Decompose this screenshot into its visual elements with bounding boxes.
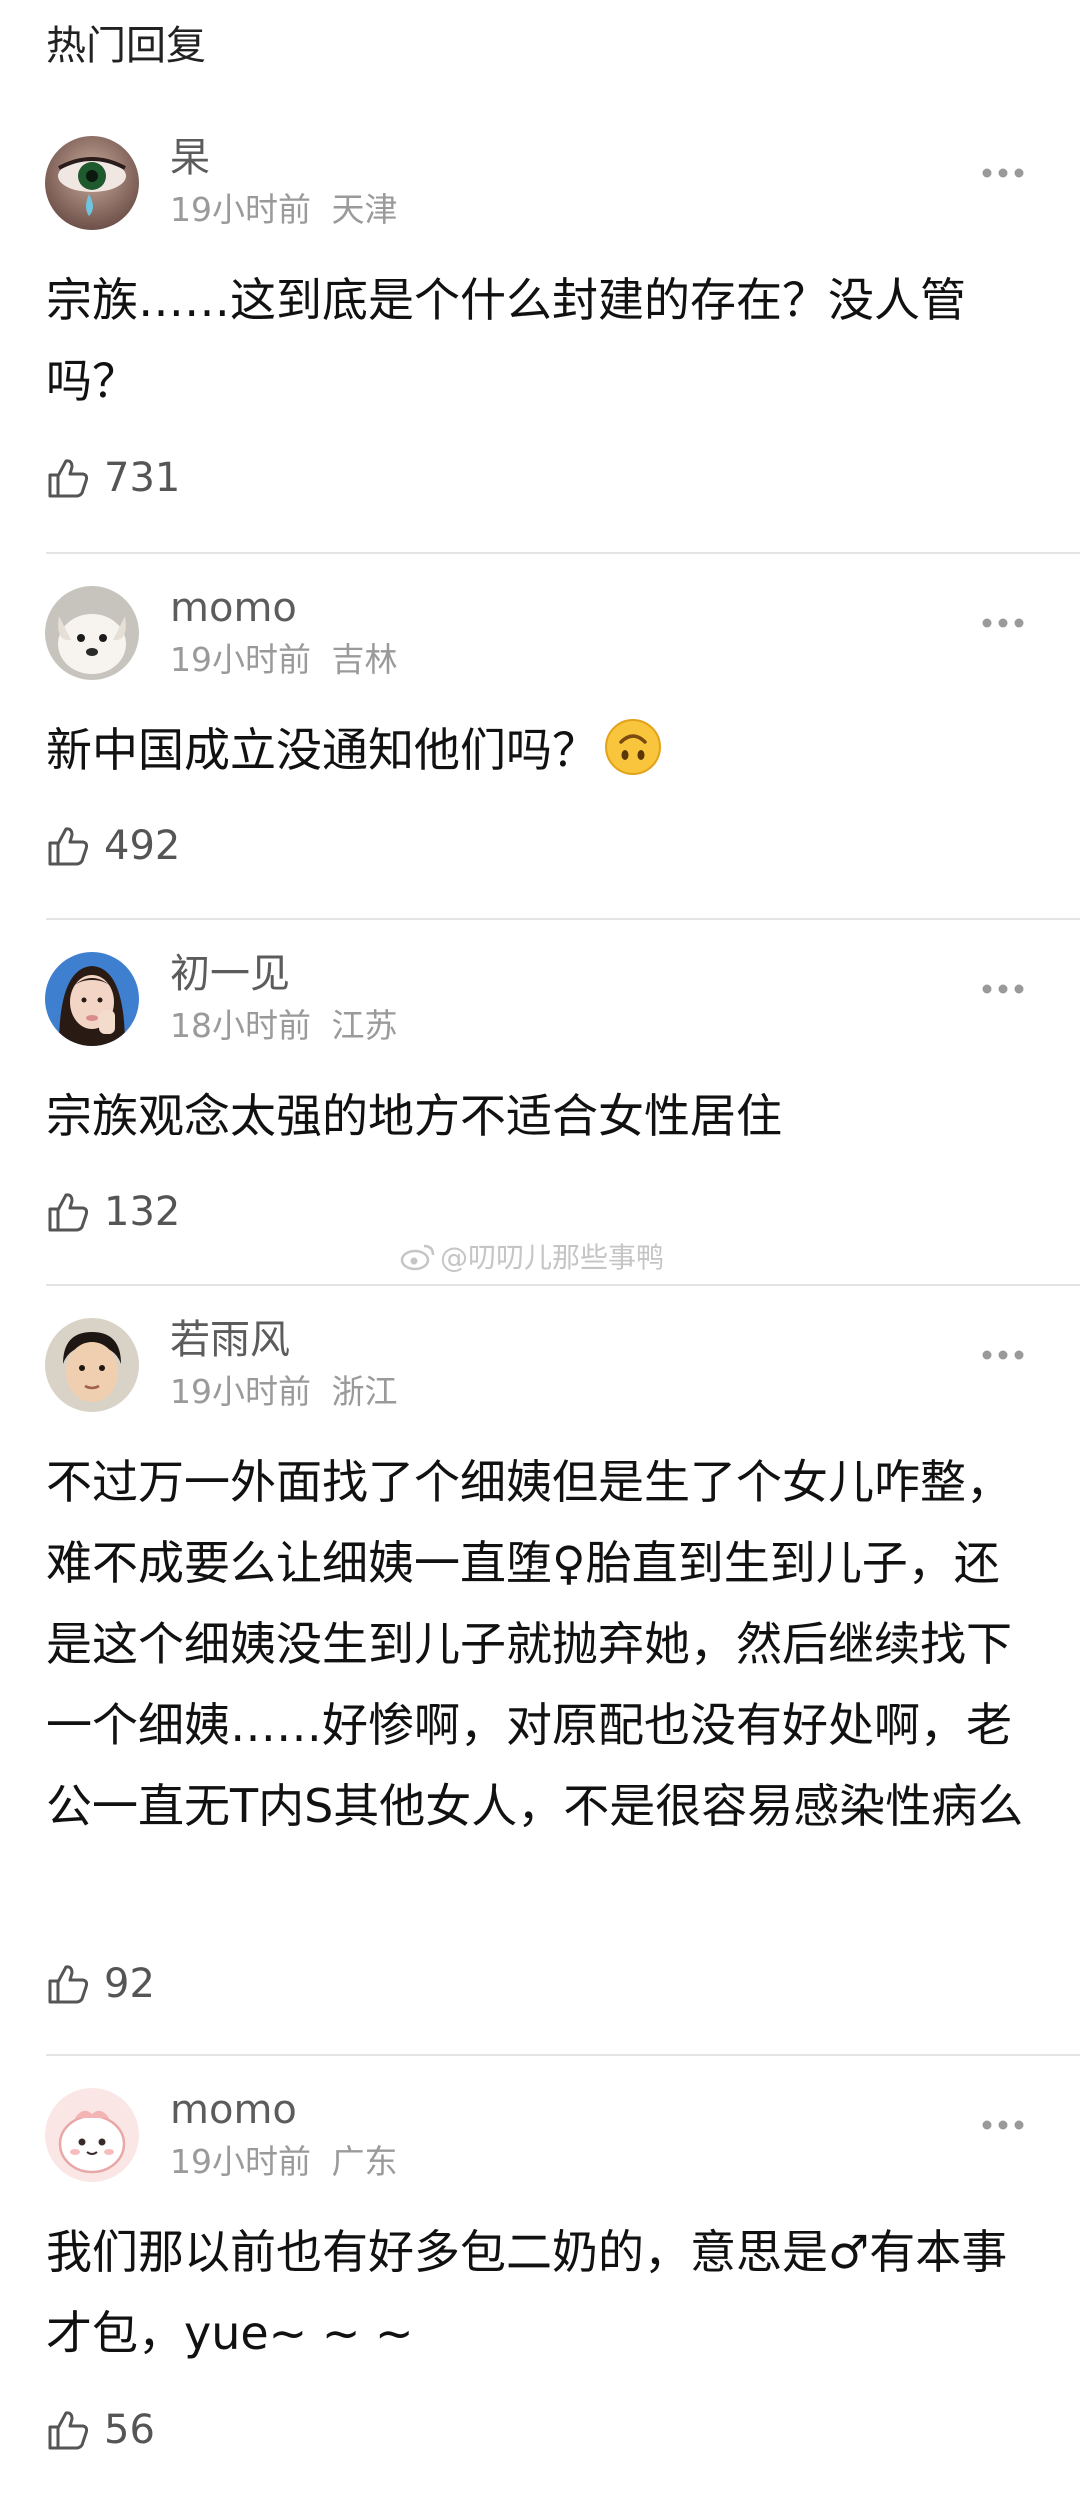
username[interactable]: 若雨风 [170,1314,290,1366]
comment-text: 新中国成立没通知他们吗？ [46,710,1036,791]
username[interactable]: momo [170,2084,297,2136]
section-title: 热门回复 [46,23,206,69]
avatar[interactable] [45,136,139,230]
divider [46,918,1080,920]
like-count: 92 [104,1961,155,2007]
avatar[interactable] [45,952,139,1046]
comment-meta: 19小时前 浙江 [170,1370,398,1414]
more-options-icon[interactable] [980,982,1026,996]
like-count: 132 [104,1189,181,1235]
like-button[interactable]: 132 [46,1186,180,1238]
comment-time: 19小时前 [170,640,311,679]
like-button[interactable]: 492 [46,820,180,872]
avatar[interactable] [45,1318,139,1412]
divider [46,1284,1080,1286]
crying-eye-avatar [45,136,139,230]
comment-text: 我们那以前也有好多包二奶的，意思是♂有本事才包，yue~ ~ ~ [46,2225,1008,2360]
comment-meta: 18小时前 江苏 [170,1004,398,1048]
thumbs-up-icon [48,459,89,498]
comment-location: 江苏 [331,1006,398,1045]
comment-text-body: 新中国成立没通知他们吗？ [46,723,598,777]
more-options-icon[interactable] [980,1348,1026,1362]
watermark: @叨叨儿那些事鸭 [400,1236,664,1276]
divider [46,552,1080,554]
comment-time: 19小时前 [170,1372,311,1411]
thumbs-up-icon [48,1193,89,1232]
username[interactable]: 初一见 [170,948,290,1000]
comment-time: 19小时前 [170,2142,311,2181]
username[interactable]: 杲 [170,132,210,184]
avatar[interactable] [45,586,139,680]
comment-meta: 19小时前 广东 [170,2140,398,2184]
thumbs-up-icon [48,1965,89,2004]
comment-meta: 19小时前 天津 [170,188,398,232]
upside-down-face-icon [604,718,662,776]
dog-avatar [45,586,139,680]
comment-location: 浙江 [331,1372,398,1411]
comment-location: 吉林 [331,640,398,679]
like-button[interactable]: 731 [46,452,180,504]
more-options-icon[interactable] [980,166,1026,180]
more-options-icon[interactable] [980,2118,1026,2132]
comment-text: 宗族观念太强的地方不适合女性居住 [46,1089,782,1143]
comment-location: 天津 [331,190,398,229]
pink-cartoon-avatar [45,2088,139,2182]
like-button[interactable]: 92 [46,1958,155,2010]
comment-text: 不过万一外面找了个细姨但是生了个女儿咋整，难不成要么让细姨一直堕♀胎直到生到儿子… [46,1455,1024,1833]
weibo-logo-icon [400,1244,435,1271]
like-button[interactable]: 56 [46,2404,155,2456]
thumbs-up-icon [48,2411,89,2450]
divider [46,2054,1080,2056]
like-count: 56 [104,2407,155,2453]
username[interactable]: momo [170,582,297,634]
more-options-icon[interactable] [980,616,1026,630]
comment-text: 宗族……这到底是个什么封建的存在？没人管吗？ [46,273,966,408]
thumbs-up-icon [48,827,89,866]
watermark-text: @叨叨儿那些事鸭 [440,1241,665,1274]
girl-portrait-avatar [45,952,139,1046]
comment-meta: 19小时前 吉林 [170,638,398,682]
comment-time: 18小时前 [170,1006,311,1045]
like-count: 731 [104,455,181,501]
comment-location: 广东 [331,2142,398,2181]
comment-time: 19小时前 [170,190,311,229]
like-count: 492 [104,823,181,869]
avatar[interactable] [45,2088,139,2182]
child-photo-avatar [45,1318,139,1412]
